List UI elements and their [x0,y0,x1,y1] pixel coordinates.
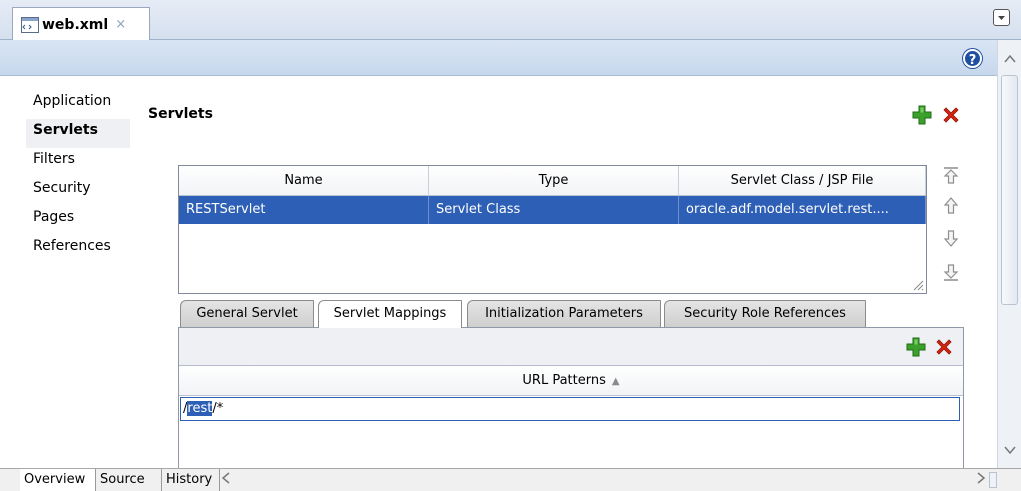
scroll-right-icon[interactable] [976,471,986,489]
nav-item-servlets[interactable]: Servlets [26,119,130,148]
editor-header-band: ? [0,40,997,76]
sort-ascending-icon: ▲ [611,376,620,387]
overview-nav: Application Servlets Filters Security Pa… [26,90,136,264]
cell-class: oracle.adf.model.servlet.rest.... [679,196,926,224]
url-patterns-table[interactable]: URL Patterns ▲ /rest/* [179,365,963,468]
tab-general-servlet[interactable]: General Servlet [180,300,314,327]
move-top-icon[interactable] [941,166,961,186]
editor-tab-strip: web.xml × [0,0,1021,41]
scroll-left-icon[interactable] [221,471,231,489]
scroll-up-icon[interactable] [1002,54,1018,68]
delete-mapping-icon[interactable] [934,337,954,357]
xml-file-icon [21,16,39,33]
move-up-icon[interactable] [941,196,961,216]
close-tab-icon[interactable]: × [115,17,126,32]
horizontal-scroll-thumb[interactable] [989,472,997,488]
tab-initialization-parameters[interactable]: Initialization Parameters [467,300,661,327]
url-patterns-header-label: URL Patterns [522,373,606,388]
move-bottom-icon[interactable] [941,262,961,282]
add-servlet-icon[interactable] [912,105,932,125]
nav-item-application[interactable]: Application [26,90,136,119]
table-row[interactable]: RESTServlet Servlet Class oracle.adf.mod… [179,196,926,224]
table-header: Name Type Servlet Class / JSP File [179,166,926,196]
vertical-scroll-thumb[interactable] [1001,75,1018,305]
url-pattern-suffix: /* [212,401,224,416]
add-mapping-icon[interactable] [906,337,926,357]
delete-servlet-icon[interactable] [941,105,961,125]
editor-tab-label: web.xml [42,16,109,33]
nav-item-pages[interactable]: Pages [26,206,136,235]
url-pattern-selected-text: rest [187,401,213,416]
tab-source[interactable]: Source [96,469,162,491]
help-icon[interactable]: ? [963,49,982,68]
tab-overview[interactable]: Overview [20,469,96,491]
column-header-servlet-class[interactable]: Servlet Class / JSP File [679,166,926,195]
vertical-scrollbar[interactable] [997,40,1021,468]
scroll-down-icon[interactable] [1002,445,1018,459]
editor-bottom-tabs: Overview Source History [0,468,1021,491]
column-header-type[interactable]: Type [429,166,679,195]
url-pattern-edit-field[interactable]: /rest/* [180,397,960,421]
tab-list-dropdown-icon[interactable] [993,9,1010,26]
resize-grip-icon[interactable] [912,279,924,291]
move-down-icon[interactable] [941,228,961,248]
tab-security-role-references[interactable]: Security Role References [664,300,866,327]
tab-history[interactable]: History [162,469,220,491]
servlet-mappings-panel: URL Patterns ▲ /rest/* [178,327,964,468]
nav-item-security[interactable]: Security [26,177,136,206]
cell-name: RESTServlet [179,196,429,224]
column-header-name[interactable]: Name [179,166,429,195]
editor-tab-web-xml[interactable]: web.xml × [12,7,150,41]
cell-type: Servlet Class [429,196,679,224]
nav-item-references[interactable]: References [26,235,136,264]
servlets-table[interactable]: Name Type Servlet Class / JSP File RESTS… [178,165,927,294]
column-header-url-patterns[interactable]: URL Patterns ▲ [179,366,963,396]
tab-servlet-mappings[interactable]: Servlet Mappings [318,300,462,328]
section-title: Servlets [148,106,213,122]
nav-item-filters[interactable]: Filters [26,148,136,177]
